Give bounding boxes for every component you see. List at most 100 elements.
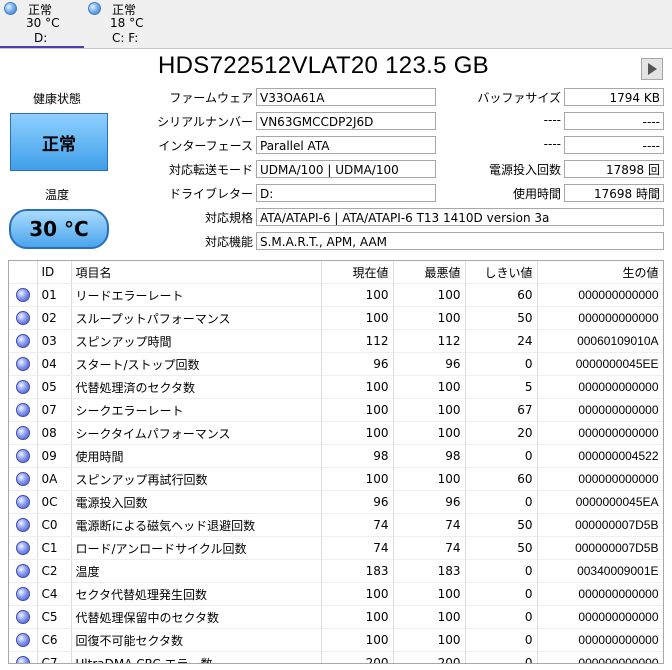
- attr-raw: 000000000000: [537, 283, 663, 307]
- attr-id: 07: [37, 398, 72, 422]
- status-dot-icon: [15, 380, 30, 395]
- header-status[interactable]: [9, 261, 38, 284]
- attr-raw: 000000000000: [537, 628, 663, 652]
- table-row[interactable]: 04 スタート/ストップ回数 96 96 0 0000000045EE: [9, 352, 663, 376]
- attr-name: 代替処理済のセクタ数: [71, 375, 322, 399]
- attr-worst: 96: [393, 352, 466, 376]
- attr-worst: 98: [393, 444, 466, 468]
- attr-worst: 96: [393, 490, 466, 514]
- temperature-button[interactable]: 30 °C: [9, 209, 109, 249]
- attr-worst: 100: [393, 605, 466, 629]
- buffer-size-label: バッファサイズ: [477, 91, 561, 105]
- table-row[interactable]: 08 シークタイムパフォーマンス 100 100 20 000000000000: [9, 421, 663, 445]
- table-row[interactable]: C4 セクタ代替処理発生回数 100 100 0 000000000000: [9, 582, 663, 606]
- next-disk-button[interactable]: [641, 58, 663, 80]
- header-current[interactable]: 現在値: [321, 261, 394, 284]
- status-dot-icon: [15, 587, 30, 602]
- blank-label-1: ----: [543, 113, 561, 127]
- status-cell: [9, 628, 38, 652]
- status-dot-icon: [15, 518, 30, 533]
- attr-raw: 0000000045EA: [537, 490, 663, 514]
- header-threshold[interactable]: しきい値: [465, 261, 538, 284]
- attr-id: 03: [37, 329, 72, 353]
- status-cell: [9, 490, 38, 514]
- attr-name: 使用時間: [71, 444, 322, 468]
- attr-threshold: 0: [465, 605, 538, 629]
- attr-current: 200: [321, 651, 394, 663]
- attr-name: シークエラーレート: [71, 398, 322, 422]
- blank-value-2: ----: [564, 136, 664, 154]
- status-dot-icon: [15, 449, 30, 464]
- status-cell: [9, 352, 38, 376]
- attr-current: 96: [321, 490, 394, 514]
- status-dot-icon: [15, 564, 30, 579]
- table-row[interactable]: 07 シークエラーレート 100 100 67 000000000000: [9, 398, 663, 422]
- smart-attribute-list[interactable]: ID 項目名 現在値 最悪値 しきい値 生の値 01 リードエラーレート 100 10…: [8, 260, 664, 664]
- table-row[interactable]: 01 リードエラーレート 100 100 60 000000000000: [9, 283, 663, 307]
- attr-id: 02: [37, 306, 72, 330]
- blank-value-1: ----: [564, 112, 664, 130]
- buffer-size-value: 1794 KB: [564, 88, 664, 106]
- status-dot-icon: [15, 288, 30, 303]
- features-value: S.M.A.R.T., APM, AAM: [256, 232, 664, 250]
- disk-temperature: 30 °C: [26, 16, 60, 30]
- attr-threshold: 60: [465, 467, 538, 491]
- attr-current: 74: [321, 536, 394, 560]
- firmware-label: ファームウェア: [169, 91, 253, 105]
- attr-threshold: 0: [465, 651, 538, 663]
- attr-current: 98: [321, 444, 394, 468]
- serial-label: シリアルナンバー: [157, 115, 253, 129]
- disk-drive-letter: D:: [34, 31, 48, 45]
- interface-label: インターフェース: [158, 139, 253, 153]
- attr-id: 05: [37, 375, 72, 399]
- attr-name: スピンアップ再試行回数: [71, 467, 322, 491]
- status-dot-icon: [15, 633, 30, 648]
- table-row[interactable]: C5 代替処理保留中のセクタ数 100 100 0 000000000000: [9, 605, 663, 629]
- attr-threshold: 60: [465, 283, 538, 307]
- disk-tab-c[interactable]: 正常 18 °C C: F:: [84, 0, 168, 46]
- attr-worst: 100: [393, 628, 466, 652]
- attr-threshold: 5: [465, 375, 538, 399]
- serial-value: VN63GMCCDP2J6D: [256, 112, 436, 130]
- header-id[interactable]: ID: [37, 261, 72, 284]
- drive-letter-label: ドライブレター: [168, 187, 253, 201]
- attr-raw: 000000000000: [537, 306, 663, 330]
- health-status-button[interactable]: 正常: [10, 113, 108, 171]
- attr-name: UltraDMA CRC エラー数: [71, 651, 322, 663]
- table-row[interactable]: 02 スループットパフォーマンス 100 100 50 000000000000: [9, 306, 663, 330]
- attr-worst: 100: [393, 398, 466, 422]
- attr-raw: 00340009001E: [537, 559, 663, 583]
- attr-threshold: 50: [465, 306, 538, 330]
- attr-threshold: 50: [465, 513, 538, 537]
- table-row[interactable]: 0C 電源投入回数 96 96 0 0000000045EA: [9, 490, 663, 514]
- header-name[interactable]: 項目名: [71, 261, 322, 284]
- attr-current: 100: [321, 398, 394, 422]
- header-worst[interactable]: 最悪値: [393, 261, 466, 284]
- table-row[interactable]: 0A スピンアップ再試行回数 100 100 60 000000000000: [9, 467, 663, 491]
- table-row[interactable]: C1 ロード/アンロードサイクル回数 74 74 50 000000007D5B: [9, 536, 663, 560]
- attr-current: 100: [321, 605, 394, 629]
- attr-name: ロード/アンロードサイクル回数: [71, 536, 322, 560]
- disk-tab-d[interactable]: 正常 30 °C D:: [0, 0, 84, 48]
- header-raw[interactable]: 生の値: [537, 261, 663, 284]
- table-row[interactable]: C0 電源断による磁気ヘッド退避回数 74 74 50 000000007D5B: [9, 513, 663, 537]
- attr-threshold: 24: [465, 329, 538, 353]
- status-dot-icon: [15, 656, 30, 663]
- table-row[interactable]: 03 スピンアップ時間 112 112 24 00060109010A: [9, 329, 663, 353]
- attr-raw: 000000004522: [537, 444, 663, 468]
- disk-drive-letter: C: F:: [112, 31, 139, 45]
- attr-worst: 74: [393, 536, 466, 560]
- status-cell: [9, 536, 38, 560]
- table-row[interactable]: C6 回復不可能セクタ数 100 100 0 000000000000: [9, 628, 663, 652]
- attr-id: C2: [37, 559, 72, 583]
- attr-threshold: 0: [465, 444, 538, 468]
- attr-raw: 000000000000: [537, 651, 663, 663]
- attr-raw: 000000007D5B: [537, 536, 663, 560]
- disk-model-title: HDS722512VLAT20 123.5 GB: [158, 52, 489, 79]
- table-row[interactable]: 05 代替処理済のセクタ数 100 100 5 000000000000: [9, 375, 663, 399]
- attr-name: スタート/ストップ回数: [71, 352, 322, 376]
- table-row[interactable]: C2 温度 183 183 0 00340009001E: [9, 559, 663, 583]
- table-row[interactable]: C7 UltraDMA CRC エラー数 200 200 0 000000000000: [9, 651, 663, 663]
- table-row[interactable]: 09 使用時間 98 98 0 000000004522: [9, 444, 663, 468]
- status-dot-icon: [15, 541, 30, 556]
